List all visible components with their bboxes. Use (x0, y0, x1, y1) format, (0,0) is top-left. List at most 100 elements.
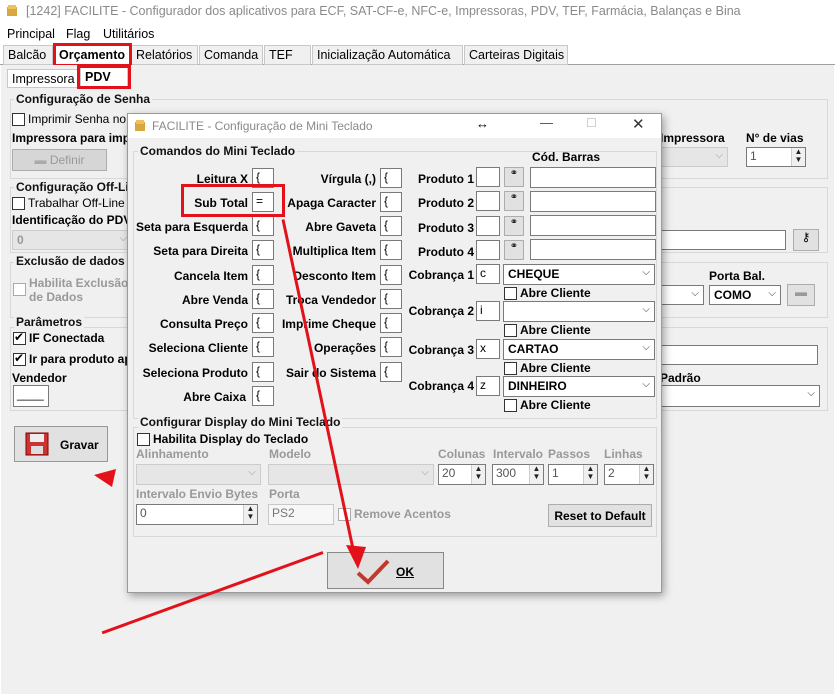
minimize-icon[interactable]: — (540, 115, 553, 130)
padrao-combo[interactable]: ⌵ (660, 385, 820, 407)
ir-produto-checkbox[interactable] (13, 351, 26, 366)
key-input-seleciona-produto[interactable]: { (252, 362, 274, 382)
alinhamento-combo[interactable]: ⌵ (136, 464, 261, 485)
impressora-right-label: Impressora (660, 131, 725, 145)
dialog-titlebar: FACILITE - Configuração de Mini Teclado … (128, 114, 661, 138)
trabalhar-offline-checkbox[interactable] (12, 197, 25, 210)
tab-balcao[interactable]: Balcão (3, 45, 53, 65)
impressora-combo[interactable]: ⌵ (660, 147, 728, 167)
key-input-seta-direita[interactable]: { (252, 240, 274, 260)
impressora-para-label: Impressora para impr (12, 131, 135, 145)
colunas-spinner[interactable]: ▲ ▼ (471, 465, 485, 484)
parametros-text-input[interactable] (660, 345, 818, 365)
key-label-cancela-item: Cancela Item (173, 269, 248, 283)
n-vias-label: N° de vias (746, 131, 804, 145)
key-label-troca-vendedor: Troca Vendedor (285, 293, 376, 307)
key-label-seta-direita: Seta para Direita (153, 244, 248, 258)
definir-button[interactable]: ▬ Definir (12, 149, 107, 171)
key-input-seta-esquerda[interactable]: { (252, 216, 274, 236)
cobranca-2-key[interactable]: i (476, 301, 500, 321)
produto-2-key[interactable] (476, 191, 500, 211)
porta-bal-combo[interactable]: COMO ⌵ (709, 285, 781, 305)
passos-spinner[interactable]: ▲ ▼ (583, 465, 597, 484)
produto-2-barcode[interactable] (530, 191, 656, 212)
key-input-abre-venda[interactable]: { (252, 289, 274, 309)
key-label-sair-sistema: Sair do Sistema (285, 366, 376, 380)
habilita-exclusao-checkbox[interactable] (13, 283, 26, 296)
identificacao-combo[interactable]: 0 ⌵ (12, 230, 132, 250)
balanca-printer-button[interactable]: ▬ (787, 284, 815, 306)
intervalo-spinner[interactable]: ▲ ▼ (529, 465, 543, 484)
n-vias-spinner[interactable]: ▲ ▼ (791, 148, 805, 166)
tab-relatorios[interactable]: Relatórios (131, 45, 198, 65)
intervalo-envio-input[interactable]: 0 (136, 504, 258, 525)
key-input-seleciona-cliente[interactable]: { (252, 337, 274, 357)
gravar-button[interactable]: Gravar (14, 426, 108, 462)
key-label-multiplica-item: Multiplica Item (292, 244, 376, 258)
key-label-seleciona-produto: Seleciona Produto (142, 366, 248, 380)
produto-3-search-button[interactable]: ⚭ (504, 216, 524, 236)
vendedor-label: Vendedor (12, 371, 67, 385)
modelo-combo[interactable]: ⌵ (268, 464, 434, 485)
key-input-cancela-item[interactable]: { (252, 265, 274, 285)
maximize-icon[interactable]: ☐ (586, 116, 597, 130)
produto-1-key[interactable] (476, 167, 500, 187)
balanca-combo[interactable]: ⌵ (660, 285, 704, 305)
menu-utilitarios[interactable]: Utilitários (103, 27, 154, 41)
tab-tef[interactable]: TEF (264, 45, 311, 65)
move-cursor-icon: ↔ (476, 116, 489, 131)
cobranca-1-abre-cliente-checkbox[interactable] (504, 287, 517, 300)
menu-bar: Principal Flag Utilitários (0, 25, 835, 43)
annotation-box-orcamento (53, 43, 132, 67)
produto-3-label: Produto 3 (418, 221, 474, 235)
ecf-conectada-checkbox[interactable] (13, 330, 26, 345)
key-input-abre-caixa[interactable]: { (252, 386, 274, 406)
offline-path-input[interactable] (660, 230, 786, 250)
imprimir-senha-checkbox[interactable] (12, 113, 25, 126)
window-title: [1242] FACILITE - Configurador dos aplic… (26, 4, 741, 18)
linhas-spinner[interactable]: ▲ ▼ (639, 465, 653, 484)
produto-3-key[interactable] (476, 216, 500, 236)
produto-4-search-button[interactable]: ⚭ (504, 240, 524, 260)
printer-icon: ▬ (34, 153, 47, 167)
close-icon[interactable]: ✕ (632, 115, 645, 133)
offline-browse-button[interactable]: ⚷ (793, 229, 819, 251)
cobranca-1-combo[interactable]: CHEQUE ⌵ (503, 264, 655, 285)
key-input-consulta-preco[interactable]: { (252, 313, 274, 333)
cobranca-4-abre-cliente-checkbox[interactable] (504, 399, 517, 412)
cobranca-4-key[interactable]: z (476, 376, 500, 396)
cobranca-3-combo[interactable]: CARTAO ⌵ (503, 339, 655, 360)
vendedor-input[interactable]: ____ (13, 385, 49, 407)
cobranca-2-combo[interactable]: ⌵ (503, 301, 655, 322)
produto-4-barcode[interactable] (530, 239, 656, 260)
tab-carteiras[interactable]: Carteiras Digitais (464, 45, 568, 65)
habilita-exclusao-label-2: de Dados (29, 290, 84, 304)
ecf-conectada-label: IF Conectada (29, 331, 105, 345)
annotation-box-pdv (77, 65, 131, 89)
save-disk-icon (25, 432, 49, 456)
binoculars-icon: ⚭ (509, 217, 519, 228)
produto-4-label: Produto 4 (418, 245, 474, 259)
reset-default-button[interactable]: Reset to Default (548, 504, 652, 527)
tab-inicializacao[interactable]: Inicialização Automática (312, 45, 463, 65)
produto-1-search-button[interactable]: ⚭ (504, 167, 524, 187)
intervalo-label: Intervalo (493, 447, 544, 461)
linhas-label: Linhas (604, 447, 643, 461)
identificacao-label: Identificação do PDV (12, 213, 132, 227)
menu-flag[interactable]: Flag (66, 27, 90, 41)
menu-principal[interactable]: Principal (7, 27, 55, 41)
cobranca-3-abre-cliente-checkbox[interactable] (504, 362, 517, 375)
cobranca-4-combo[interactable]: DINHEIRO ⌵ (503, 376, 655, 397)
subtab-impressora[interactable]: Impressora (7, 69, 79, 88)
intervalo-envio-spinner[interactable]: ▲ ▼ (243, 505, 257, 524)
cobranca-3-key[interactable]: x (476, 339, 500, 359)
porta-input[interactable]: PS2 (268, 504, 334, 525)
cobranca-2-abre-cliente-checkbox[interactable] (504, 324, 517, 337)
produto-1-barcode[interactable] (530, 167, 656, 188)
produto-4-key[interactable] (476, 240, 500, 260)
produto-3-barcode[interactable] (530, 215, 656, 236)
habilita-display-checkbox[interactable] (137, 433, 150, 446)
cobranca-1-key[interactable]: c (476, 264, 500, 284)
produto-2-search-button[interactable]: ⚭ (504, 191, 524, 211)
tab-comanda[interactable]: Comanda (199, 45, 263, 65)
